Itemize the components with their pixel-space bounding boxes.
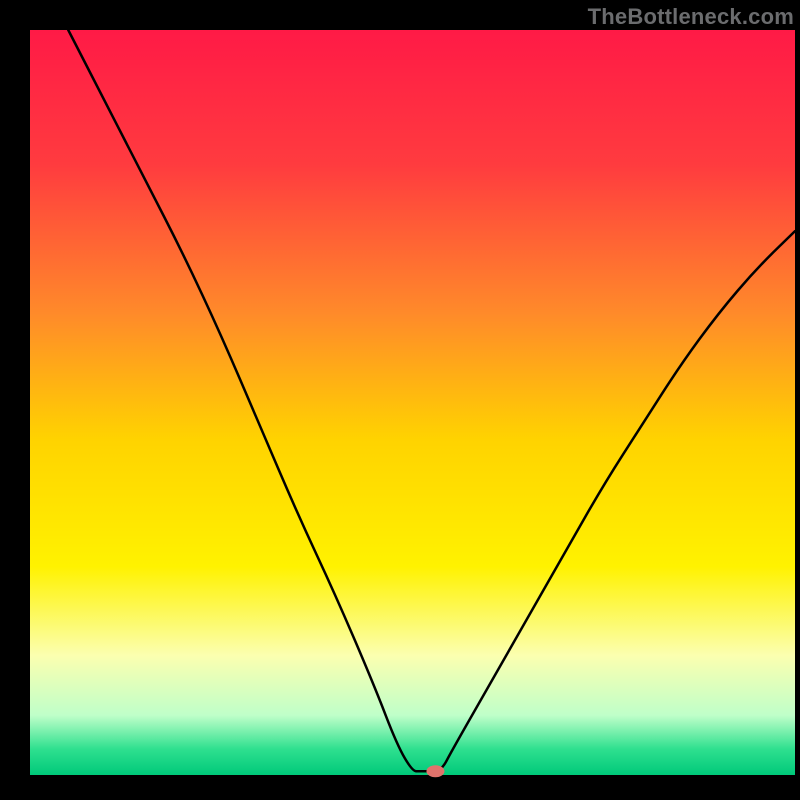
bottleneck-chart: [0, 0, 800, 800]
watermark-label: TheBottleneck.com: [588, 4, 794, 30]
plot-background: [30, 30, 795, 775]
chart-container: TheBottleneck.com: [0, 0, 800, 800]
optimal-point-marker: [426, 765, 444, 777]
